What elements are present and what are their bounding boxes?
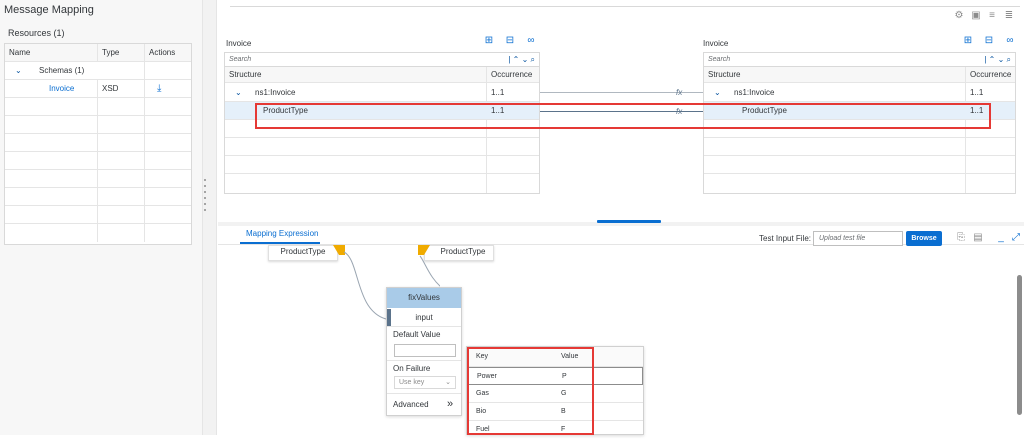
binoculars-icon[interactable]: ∞ [525,36,537,46]
table-header-row: Name Type Actions [5,44,191,62]
default-value-label: Default Value [393,330,441,339]
table-row [704,174,1015,192]
target-title: Invoice [703,39,729,48]
table-row [5,98,191,116]
table-header-row: Structure Occurrence [225,67,539,83]
table-row [5,188,191,206]
expand-icon[interactable]: ⊞ [962,36,974,46]
column-header-structure: Structure [708,70,741,79]
table-row [5,206,191,224]
node-label: ns1:Invoice [255,88,296,97]
table-row [704,138,1015,156]
target-node-label: ProductType [440,247,486,256]
search-nav-icons[interactable]: | ⌃ ⌄ ⌕ [984,53,1011,67]
chevron-down-icon[interactable]: ⌄ [714,88,721,97]
table-row [704,156,1015,174]
copy-icon[interactable]: ⎘ [955,233,967,243]
settings-icon[interactable]: ⚙ [953,11,965,21]
source-node-label: ProductType [280,247,326,256]
table-row[interactable]: ⌄ ns1:Invoice 1..1 [704,84,1015,102]
on-failure-select[interactable]: Use key ⌄ [394,376,456,389]
source-node[interactable]: ProductType [268,245,338,261]
node-label: ns1:Invoice [734,88,775,97]
table-row [5,224,191,242]
resources-table: Name Type Actions ⌄ Schemas (1) Invoice … [4,43,192,245]
column-header-occurrence: Occurrence [970,70,1012,79]
chevron-down-icon[interactable]: ⌄ [15,66,22,75]
resources-title: Resources (1) [8,28,65,38]
maximize-icon[interactable]: ⤢ [1010,233,1022,243]
table-row[interactable]: ⌄ ns1:Invoice 1..1 [225,84,539,102]
paste-icon[interactable]: ▤ [972,233,984,243]
expand-icon[interactable]: ⊞ [483,36,495,46]
table-row[interactable]: ⌄ Schemas (1) [5,62,191,80]
chevron-down-icon: ⌄ [445,379,451,386]
occurrence-value: 1..1 [491,88,505,97]
column-header-occurrence: Occurrence [491,70,533,79]
table-row [225,138,539,156]
download-icon[interactable]: ⤓ [157,83,161,94]
clear-list-icon[interactable]: ≣ [1003,11,1015,21]
search-nav-icons[interactable]: | ⌃ ⌄ ⌕ [508,53,535,67]
upload-placeholder: Upload test file [819,235,866,242]
collapse-icon[interactable]: ⊟ [983,36,995,46]
advanced-label[interactable]: Advanced [393,400,429,409]
table-row [225,156,539,174]
vertical-splitter[interactable] [203,0,217,435]
table-row[interactable]: Invoice XSD ⤓ [5,80,191,98]
chevron-down-icon[interactable]: ⌄ [235,88,242,97]
list-icon[interactable]: ≡ [986,11,998,21]
table-header-row: Structure Occurrence [704,67,1015,83]
on-failure-label: On Failure [393,364,431,373]
column-header-name: Name [5,44,98,62]
search-placeholder: Search [229,56,252,63]
occurrence-value: 1..1 [970,88,984,97]
table-row [5,134,191,152]
column-header-structure: Structure [229,70,262,79]
invoice-type: XSD [98,80,145,98]
collapse-icon[interactable]: ⊟ [504,36,516,46]
upload-test-file-input[interactable]: Upload test file [813,231,903,246]
source-search[interactable]: Search | ⌃ ⌄ ⌕ [225,53,539,67]
splitter-handle[interactable] [597,220,661,223]
table-row [5,170,191,188]
on-failure-value: Use key [399,379,425,386]
target-search[interactable]: Search | ⌃ ⌄ ⌕ [704,53,1015,67]
app-title: Message Mapping [4,4,94,16]
tab-mapping-expression[interactable]: Mapping Expression [246,229,318,238]
splitter-grip[interactable] [203,175,207,215]
schemas-label: Schemas (1) [39,66,85,75]
column-header-type: Type [98,44,145,62]
source-title: Invoice [226,39,252,48]
fixvalues-title: fixValues [387,288,461,308]
divider [230,6,1020,7]
column-header-actions: Actions [149,48,176,57]
search-placeholder: Search [708,56,731,63]
minimize-icon[interactable]: _ [995,233,1007,243]
highlight-box [467,347,594,435]
default-value-field[interactable] [394,344,456,357]
function-icon[interactable]: fx [676,88,682,97]
double-chevron-right-icon[interactable]: » [447,398,453,410]
invoice-link[interactable]: Invoice [5,80,98,98]
binoculars-icon[interactable]: ∞ [1004,36,1016,46]
table-row [5,152,191,170]
table-row [5,116,191,134]
fixvalues-input: input [387,309,461,327]
browse-button[interactable]: Browse [906,231,942,246]
table-row [225,174,539,192]
fixvalues-function-node[interactable]: fixValues input Default Value On Failure… [386,287,462,416]
preview-icon[interactable]: ▣ [970,11,982,21]
test-input-label: Test Input File: [759,234,812,243]
highlight-box [255,103,991,129]
scrollbar[interactable] [1017,275,1022,415]
